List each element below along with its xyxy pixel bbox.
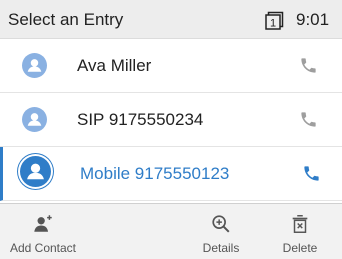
delete-icon [292,215,308,233]
entry-label: Ava Miller [77,56,152,75]
entry-label: SIP 9175550234 [77,110,204,129]
line-1-icon: 1 [265,11,284,30]
softkey-bar: Add Contact Details Delete [0,204,342,259]
contact-avatar-icon [20,156,51,187]
phone-icon[interactable] [302,164,321,183]
contact-avatar-icon [22,53,47,78]
entry-label: Mobile 9175550123 [80,164,230,183]
softkey-label: Add Contact [9,241,77,255]
phone-icon[interactable] [299,56,318,75]
zoom-in-icon [212,215,230,233]
clock: 9:01 [296,10,330,29]
add-contact-button[interactable]: Add Contact [0,204,86,259]
details-button[interactable]: Details [178,204,264,259]
phone-icon[interactable] [299,110,318,129]
entry-row-sip[interactable]: SIP 9175550234 [0,93,342,147]
add-contact-icon [34,215,52,232]
softkey-label: Details [202,241,240,255]
softkey-label: Delete [282,241,318,255]
status-bar: Select an Entry 1 9:01 [0,0,342,39]
entry-row-ava-miller[interactable]: Ava Miller [0,39,342,93]
line-number: 1 [270,18,276,30]
contact-avatar-icon [22,107,47,132]
page-title: Select an Entry [8,10,124,29]
delete-button[interactable]: Delete [258,204,342,259]
entry-row-mobile[interactable]: Mobile 9175550123 [0,147,342,201]
